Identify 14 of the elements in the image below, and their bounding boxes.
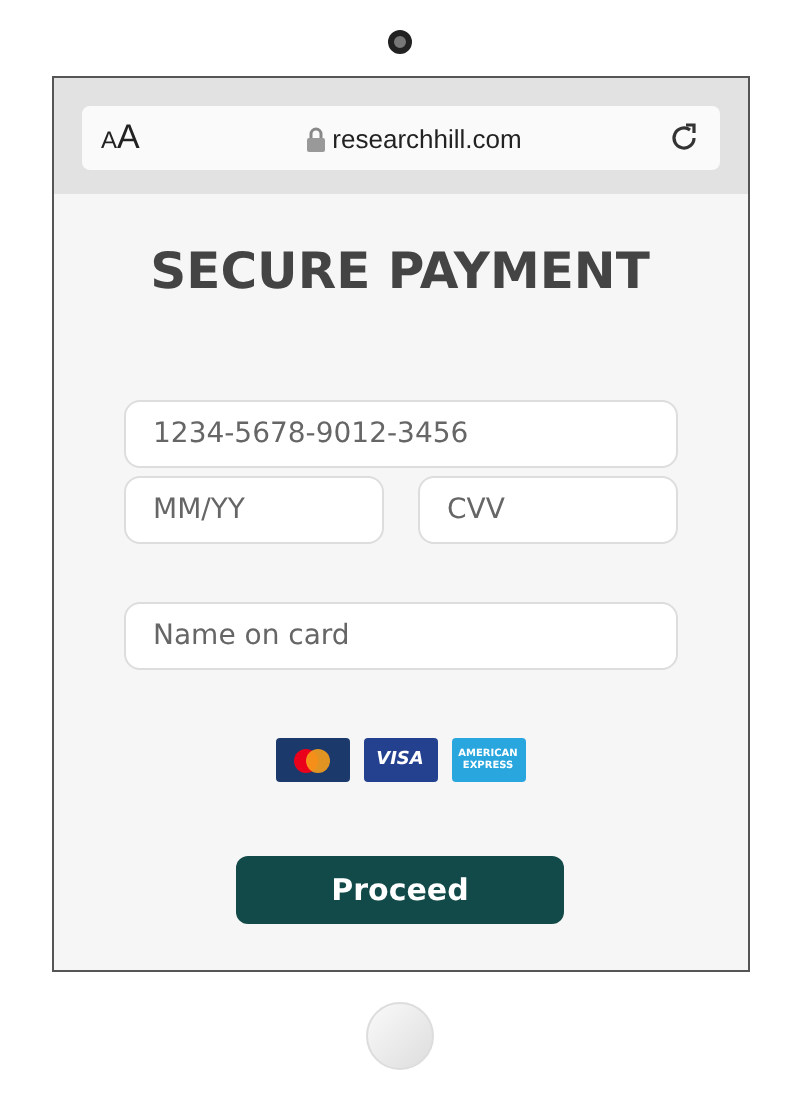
page-title: SECURE PAYMENT (148, 242, 652, 300)
visa-logo: VISA (363, 738, 437, 782)
name-field[interactable]: Name on card (123, 602, 677, 670)
reload-icon[interactable] (667, 122, 699, 154)
address-bar[interactable]: AA researchhill.com (81, 106, 719, 170)
proceed-button[interactable]: Proceed (236, 856, 564, 924)
camera-icon (388, 30, 412, 54)
mastercard-logo-icon (275, 738, 349, 782)
url-text: researchhill.com (332, 123, 522, 153)
lock-icon (306, 125, 327, 151)
expiry-field[interactable]: MM/YY (123, 476, 383, 544)
card-number-field[interactable]: 1234-5678-9012-3456 (123, 400, 677, 468)
cvv-field[interactable]: CVV (417, 476, 677, 544)
text-size-button[interactable]: AA (101, 118, 281, 158)
